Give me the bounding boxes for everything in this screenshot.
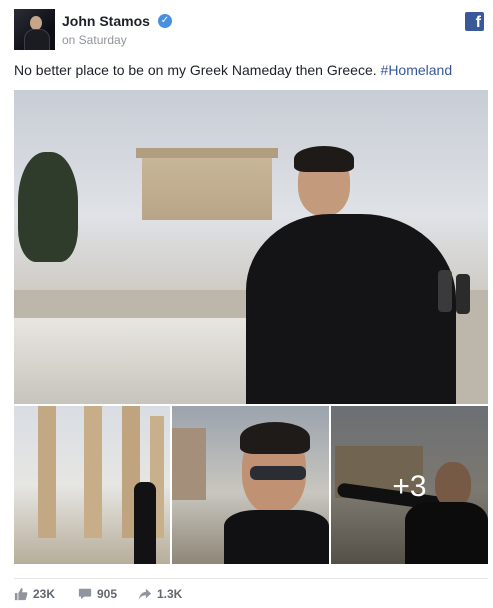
post-timestamp[interactable]: on Saturday bbox=[62, 33, 127, 47]
post-caption: No better place to be on my Greek Nameda… bbox=[14, 62, 452, 78]
caption-text: No better place to be on my Greek Nameda… bbox=[14, 62, 381, 78]
verified-badge-icon: ✓ bbox=[158, 14, 172, 28]
shares-stat[interactable]: 1.3K bbox=[138, 587, 182, 601]
photo-thumbnail-1[interactable] bbox=[14, 406, 170, 564]
thumbs-up-icon bbox=[14, 588, 28, 601]
author-avatar[interactable] bbox=[14, 9, 55, 50]
marble-blocks-shape bbox=[14, 318, 264, 404]
column-shape bbox=[84, 406, 102, 538]
man-figure-shape bbox=[134, 482, 156, 564]
man-coat-shape bbox=[246, 214, 456, 404]
tree-shape bbox=[18, 152, 78, 262]
avatar-body-shape bbox=[24, 29, 50, 50]
sunglasses-shape bbox=[250, 466, 306, 480]
tourist-shape bbox=[438, 270, 452, 312]
parthenon-roof-shape bbox=[136, 148, 278, 158]
column-shape bbox=[38, 406, 56, 538]
avatar-head-shape bbox=[30, 16, 42, 30]
ruins-shape bbox=[172, 428, 206, 500]
comments-stat[interactable]: 905 bbox=[78, 587, 117, 601]
share-arrow-icon bbox=[138, 588, 152, 600]
main-photo[interactable] bbox=[14, 90, 488, 404]
tourist-shape bbox=[456, 274, 470, 314]
author-name[interactable]: John Stamos bbox=[62, 13, 150, 29]
more-photos-count[interactable]: +3 bbox=[331, 470, 488, 504]
man-coat-shape bbox=[224, 510, 329, 564]
parthenon-shape bbox=[142, 154, 272, 220]
likes-stat[interactable]: 23K bbox=[14, 587, 55, 601]
footer-divider bbox=[14, 578, 488, 579]
hashtag-link[interactable]: #Homeland bbox=[381, 62, 453, 78]
man-hair-shape bbox=[240, 422, 310, 454]
likes-count: 23K bbox=[33, 587, 56, 601]
comment-icon bbox=[78, 588, 92, 600]
comments-count: 905 bbox=[97, 587, 118, 601]
photo-thumbnail-3[interactable]: +3 bbox=[331, 406, 488, 564]
facebook-post-embed: John Stamos ✓ on Saturday f No better pl… bbox=[0, 0, 493, 608]
photo-thumbnail-2[interactable] bbox=[172, 406, 329, 564]
man-hair-shape bbox=[294, 146, 354, 172]
shares-count: 1.3K bbox=[157, 587, 183, 601]
facebook-logo-icon[interactable]: f bbox=[465, 12, 484, 31]
